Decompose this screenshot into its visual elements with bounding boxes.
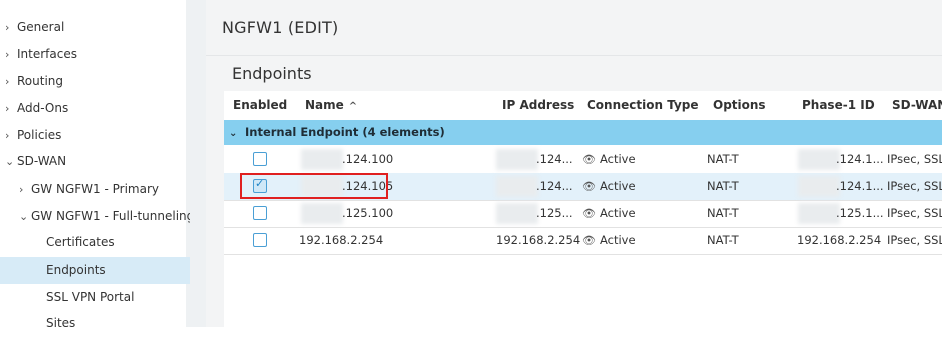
column-header-label: Name xyxy=(305,98,344,112)
sidebar-item-gw-primary[interactable]: › GW NGFW1 - Primary xyxy=(0,176,202,203)
group-label: Internal Endpoint (4 elements) xyxy=(245,125,445,139)
connection-label: Active xyxy=(599,152,636,166)
redacted-area xyxy=(496,176,538,197)
group-row-internal-endpoint[interactable]: ⌄ Internal Endpoint (4 elements) xyxy=(224,120,942,145)
column-header-sd-wan-type[interactable]: SD-WAN T xyxy=(892,91,942,120)
connection-label: Active xyxy=(599,206,636,220)
redacted-area xyxy=(496,149,538,170)
sidebar-item-label: SSL VPN Portal xyxy=(46,290,135,304)
sidebar-item-label: General xyxy=(17,20,65,34)
chevron-right-icon: › xyxy=(5,75,10,88)
redacted-area xyxy=(301,203,343,224)
endpoint-name: .124.100 xyxy=(342,152,394,166)
sidebar-item-interfaces[interactable]: › Interfaces xyxy=(0,41,188,68)
sidebar-item-routing[interactable]: › Routing xyxy=(0,68,188,95)
table-header: Enabled Name ^ IP Address Connection Type… xyxy=(224,91,942,121)
sd-wan-type: IPsec, SSL xyxy=(887,152,942,166)
chevron-down-icon: ⌄ xyxy=(5,155,15,168)
eye-icon: 👁 xyxy=(582,234,596,247)
sidebar-item-label: Routing xyxy=(17,74,64,88)
sd-wan-type: IPsec, SSL xyxy=(887,206,942,220)
connection-label: Active xyxy=(599,179,636,193)
sidebar-item-general[interactable]: › General xyxy=(0,14,188,41)
options: NAT-T xyxy=(707,152,739,166)
sidebar-item-label: Policies xyxy=(17,128,62,142)
connection-type: 👁 Active xyxy=(582,146,636,173)
column-header-ip-address[interactable]: IP Address xyxy=(502,91,574,120)
eye-icon: 👁 xyxy=(582,207,596,220)
ip-address: .125... xyxy=(536,206,573,220)
chevron-right-icon: › xyxy=(5,21,10,34)
redacted-area xyxy=(496,203,538,224)
column-header-connection-type[interactable]: Connection Type xyxy=(587,91,699,120)
redacted-area xyxy=(798,149,840,170)
sidebar-item-policies[interactable]: › Policies xyxy=(0,122,188,149)
endpoints-table: Enabled Name ^ IP Address Connection Type… xyxy=(224,91,942,327)
options: NAT-T xyxy=(707,233,739,247)
sidebar-item-label: Interfaces xyxy=(17,47,77,61)
enabled-checkbox[interactable] xyxy=(253,233,267,247)
column-header-phase1-id[interactable]: Phase-1 ID xyxy=(802,91,875,120)
chevron-right-icon: › xyxy=(19,183,24,196)
sidebar-item-label: Sites xyxy=(46,316,76,330)
column-header-enabled[interactable]: Enabled xyxy=(233,91,287,120)
sidebar-item-label: SD-WAN xyxy=(17,154,67,168)
redacted-area xyxy=(798,176,840,197)
main-panel: NGFW1 (EDIT) Endpoints Enabled Name ^ IP … xyxy=(206,0,942,327)
panel-gutter xyxy=(190,0,206,327)
chevron-down-icon: ⌄ xyxy=(229,128,238,139)
sidebar-item-label: GW NGFW1 - Primary xyxy=(31,182,159,196)
sidebar-item-gw-full-tunneling[interactable]: ⌄ GW NGFW1 - Full-tunneling xyxy=(0,203,202,230)
sort-ascending-icon: ^ xyxy=(348,101,358,112)
sidebar-item-label: Endpoints xyxy=(46,263,106,277)
sd-wan-type: IPsec, SSL xyxy=(887,233,942,247)
section-title: Endpoints xyxy=(232,64,312,83)
eye-icon: 👁 xyxy=(582,180,596,193)
enabled-checkbox[interactable] xyxy=(253,152,267,166)
connection-label: Active xyxy=(599,233,636,247)
column-header-name[interactable]: Name ^ xyxy=(305,91,357,120)
sidebar-item-add-ons[interactable]: › Add-Ons xyxy=(0,95,188,122)
eye-icon: 👁 xyxy=(582,153,596,166)
options: NAT-T xyxy=(707,179,739,193)
sidebar-item-label: Certificates xyxy=(46,235,115,249)
phase1-id: .124.1... xyxy=(836,152,884,166)
sidebar-item-label: GW NGFW1 - Full-tunneling xyxy=(31,209,195,223)
table-row[interactable]: .124.100 .124... 👁 Active NAT-T .124.1...… xyxy=(224,146,942,174)
endpoint-name: .125.100 xyxy=(342,206,394,220)
table-row[interactable]: 192.168.2.254 192.168.2.254 👁 Active NAT-… xyxy=(224,227,942,255)
divider xyxy=(206,55,942,56)
phase1-id: .125.1... xyxy=(836,206,884,220)
table-row[interactable]: .125.100 .125... 👁 Active NAT-T .125.1...… xyxy=(224,200,942,228)
highlight-annotation xyxy=(240,173,388,199)
chevron-right-icon: › xyxy=(5,129,10,142)
sidebar-item-label: Add-Ons xyxy=(17,101,69,115)
connection-type: 👁 Active xyxy=(582,173,636,200)
chevron-right-icon: › xyxy=(5,102,10,115)
connection-type: 👁 Active xyxy=(582,200,636,227)
sd-wan-type: IPsec, SSL xyxy=(887,179,942,193)
ip-address: .124... xyxy=(536,179,573,193)
redacted-area xyxy=(798,203,840,224)
enabled-checkbox[interactable] xyxy=(253,206,267,220)
redacted-area xyxy=(301,149,343,170)
endpoint-name: 192.168.2.254 xyxy=(299,233,384,247)
ip-address: 192.168.2.254 xyxy=(496,233,581,247)
options: NAT-T xyxy=(707,206,739,220)
connection-type: 👁 Active xyxy=(582,227,636,254)
chevron-right-icon: › xyxy=(5,48,10,61)
phase1-id: 192.168.2.254 xyxy=(797,233,882,247)
page-title: NGFW1 (EDIT) xyxy=(222,18,339,37)
column-header-options[interactable]: Options xyxy=(713,91,766,120)
sidebar-item-sd-wan[interactable]: ⌄ SD-WAN xyxy=(0,148,188,175)
sidebar: › General › Interfaces › Routing › Add-Ons ›… xyxy=(0,0,229,330)
phase1-id: .124.1... xyxy=(836,179,884,193)
ip-address: .124... xyxy=(536,152,573,166)
chevron-down-icon: ⌄ xyxy=(19,210,29,223)
